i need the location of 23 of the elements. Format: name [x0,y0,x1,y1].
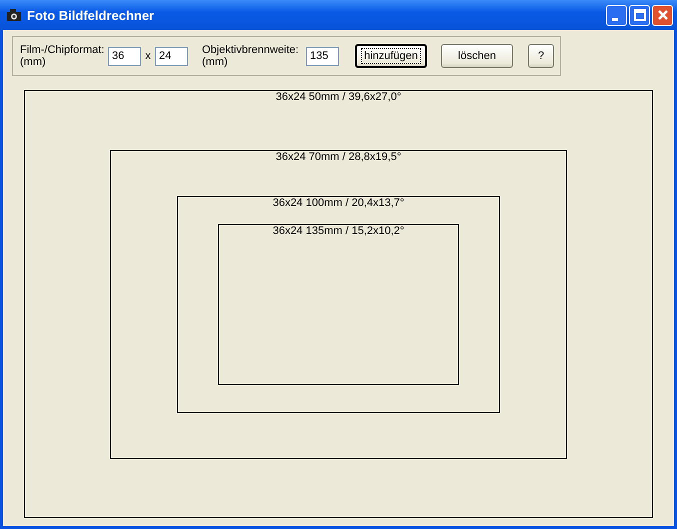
toolbar-button[interactable]: hinzufügen [355,44,427,68]
close-button[interactable] [652,4,673,26]
format-label: Film-/Chipformat: [20,44,106,56]
frame-label: 36x24 100mm / 20,4x13,7° [272,197,404,210]
focal-length-label: Objektivbrennweite: [202,44,300,56]
times-label: x [144,50,152,62]
frame-label: 36x24 50mm / 39,6x27,0° [276,91,402,104]
toolbar-button[interactable]: ? [528,44,554,68]
minimize-button[interactable] [606,4,627,26]
maximize-button[interactable] [629,4,650,26]
camera-icon [6,8,22,22]
frame-label: 36x24 135mm / 15,2x10,2° [272,225,404,238]
unit-label: (mm) [202,56,229,68]
focal-length-field[interactable]: 135 [306,46,339,66]
toolbar-button[interactable]: löschen [441,44,513,68]
height-field[interactable]: 24 [155,46,188,66]
width-field[interactable]: 36 [108,46,141,66]
unit-label: (mm) [20,56,47,68]
close-icon [656,9,668,21]
window-title: Foto Bildfeldrechner [27,8,156,22]
frame-label: 36x24 70mm / 28,8x19,5° [276,151,402,164]
minimize-icon [612,18,618,20]
maximize-icon [634,9,646,21]
